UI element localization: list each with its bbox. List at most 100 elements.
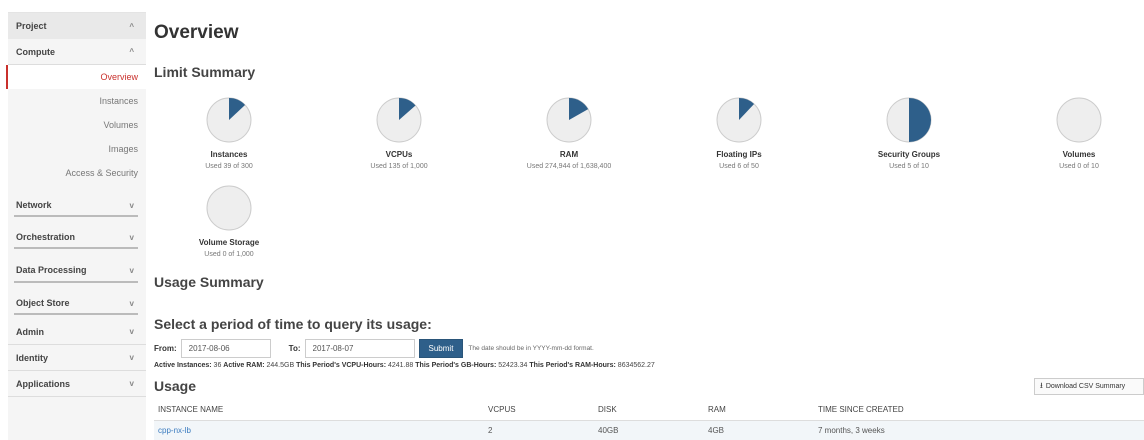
instance-link[interactable]: cpp-nx-lb <box>158 426 191 435</box>
limit-pie-item: Volume Storage Used 0 of 1,000 <box>154 184 304 258</box>
table-row: cpp-nx-lb 2 40GB 4GB 7 months, 3 weeks <box>154 420 1144 440</box>
main-content: Overview Limit Summary Instances Used 39 … <box>154 0 1144 440</box>
sidebar-item-volumes[interactable]: Volumes <box>8 113 146 137</box>
stat-value: 8634562.27 <box>617 362 655 369</box>
stat-label: Active Instances: <box>154 362 212 369</box>
pie-chart <box>716 97 762 143</box>
pie-used-text: Used 274,944 of 1,638,400 <box>526 163 612 170</box>
pie-label: VCPUs <box>385 150 413 159</box>
pie-slice-used <box>909 98 931 142</box>
chevron-up-icon: ^ <box>129 21 134 31</box>
sidebar-item-overview[interactable]: Overview <box>6 65 146 89</box>
table-cell: 2 <box>484 420 594 440</box>
column-header[interactable]: VCPUS <box>484 400 594 421</box>
pie-chart <box>546 97 592 143</box>
pie-chart <box>1056 97 1102 143</box>
sidebar-item-access-security[interactable]: Access & Security <box>8 161 146 185</box>
download-csv-label: Download CSV Summary <box>1045 383 1126 390</box>
chevron-down-icon: v <box>129 379 134 388</box>
chevron-down-icon: v <box>129 327 134 336</box>
sidebar-section-label: Applications <box>16 378 71 389</box>
chevron-down-icon: v <box>129 353 134 362</box>
limit-pie-item: Instances Used 39 of 300 <box>154 96 304 170</box>
pie-label: Volumes <box>1062 150 1096 159</box>
sidebar-section-label: Data Processing <box>16 265 87 275</box>
pie-background <box>206 185 252 231</box>
column-header[interactable]: RAM <box>704 400 814 421</box>
chevron-down-icon: v <box>129 298 134 308</box>
sidebar-section-object-store[interactable]: Object Store v <box>8 287 146 319</box>
table-cell: cpp-nx-lb <box>154 420 484 440</box>
sidebar-section-label: Project <box>16 21 47 31</box>
stat-label: This Period's VCPU-Hours: <box>296 362 387 369</box>
query-heading: Select a period of time to query its usa… <box>154 316 432 332</box>
pie-chart <box>376 97 422 143</box>
pie-chart <box>206 97 252 143</box>
pie-used-text: Used 39 of 300 <box>205 163 253 170</box>
column-header[interactable]: INSTANCE NAME <box>154 400 484 421</box>
limit-pie-item: Security Groups Used 5 of 10 <box>834 96 984 170</box>
sidebar-section-label: Object Store <box>16 298 70 308</box>
from-label: From: <box>154 343 177 353</box>
sidebar: Project ^ Compute ^ Overview Instances V… <box>6 12 146 440</box>
pie-chart <box>206 185 252 231</box>
table-cell: 7 months, 3 weeks <box>814 420 1144 440</box>
pie-used-text: Used 0 of 1,000 <box>204 251 254 258</box>
sidebar-item-images[interactable]: Images <box>8 137 146 161</box>
table-cell: 40GB <box>594 420 704 440</box>
chevron-down-icon: v <box>129 200 134 210</box>
to-label: To: <box>288 343 301 353</box>
sidebar-section-project[interactable]: Project ^ <box>8 13 146 39</box>
sidebar-section-label: Compute <box>16 46 55 57</box>
sidebar-section-network[interactable]: Network v <box>8 189 146 221</box>
pie-label: Instances <box>210 150 248 159</box>
page-title: Overview <box>154 22 239 43</box>
pie-chart <box>886 97 932 143</box>
pie-used-text: Used 0 of 10 <box>1059 163 1099 170</box>
date-format-hint: The date should be in YYYY-mm-dd format. <box>468 344 594 352</box>
limit-pie-item: VCPUs Used 135 of 1,000 <box>324 96 474 170</box>
usage-heading: Usage <box>154 378 197 394</box>
stat-value: 244.5GB <box>266 362 295 369</box>
submit-button[interactable]: Submit <box>418 338 464 358</box>
sidebar-section-label: Identity <box>16 352 49 363</box>
limit-pie-item: RAM Used 274,944 of 1,638,400 <box>494 96 644 170</box>
pie-label: Volume Storage <box>198 238 260 247</box>
stat-value: 36 <box>213 362 222 369</box>
table-cell: 4GB <box>704 420 814 440</box>
sidebar-section-applications[interactable]: Applications v <box>8 371 146 397</box>
table-header-row: INSTANCE NAME VCPUS DISK RAM TIME SINCE … <box>154 400 1144 421</box>
pie-background <box>1056 97 1102 143</box>
chevron-down-icon: v <box>129 232 134 242</box>
pie-label: Security Groups <box>877 150 941 159</box>
usage-stats: Active Instances: 36 Active RAM: 244.5GB… <box>154 362 655 369</box>
column-header[interactable]: TIME SINCE CREATED <box>814 400 1144 421</box>
sidebar-item-instances[interactable]: Instances <box>8 89 146 113</box>
sidebar-section-identity[interactable]: Identity v <box>8 345 146 371</box>
chevron-up-icon: ^ <box>129 47 134 56</box>
sidebar-section-label: Admin <box>16 326 44 337</box>
to-date-input[interactable] <box>304 338 415 358</box>
sidebar-section-admin[interactable]: Admin v <box>8 319 146 345</box>
pie-label: RAM <box>559 150 579 159</box>
usage-table: INSTANCE NAME VCPUS DISK RAM TIME SINCE … <box>154 400 1144 440</box>
sidebar-section-compute[interactable]: Compute ^ <box>8 39 146 65</box>
stat-label: This Period's GB-Hours: <box>415 362 497 369</box>
pie-label: Floating IPs <box>716 150 762 159</box>
column-header[interactable]: DISK <box>594 400 704 421</box>
chevron-down-icon: v <box>129 265 134 275</box>
sidebar-section-label: Network <box>16 200 52 210</box>
limit-pie-item: Volumes Used 0 of 10 <box>1004 96 1144 170</box>
stat-label: Active RAM: <box>223 362 265 369</box>
date-query-form: From: To: Submit The date should be in Y… <box>154 338 594 358</box>
pie-used-text: Used 6 of 50 <box>719 163 759 170</box>
from-date-input[interactable] <box>180 338 271 358</box>
stat-value: 4241.88 <box>388 362 414 369</box>
stat-label: This Period's RAM-Hours: <box>529 362 616 369</box>
sidebar-section-orchestration[interactable]: Orchestration v <box>8 221 146 253</box>
usage-summary-heading: Usage Summary <box>154 274 264 290</box>
pie-used-text: Used 5 of 10 <box>889 163 929 170</box>
sidebar-section-label: Orchestration <box>16 232 76 242</box>
sidebar-section-data-processing[interactable]: Data Processing v <box>8 253 146 287</box>
download-csv-button[interactable]: ⭳ Download CSV Summary <box>1034 378 1144 395</box>
